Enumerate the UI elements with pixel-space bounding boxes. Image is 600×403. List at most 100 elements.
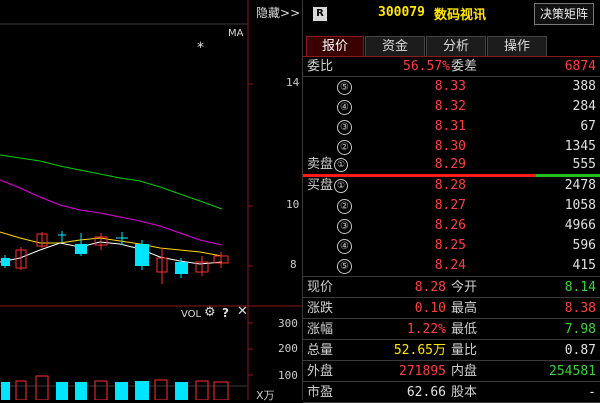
sell-volume: 284 <box>572 99 596 114</box>
tab-analysis[interactable]: 分析 <box>426 36 486 56</box>
current-price-value: 8.28 <box>414 280 446 295</box>
total-volume-label: 总量 <box>307 343 334 358</box>
asterisk-marker: * <box>197 40 204 56</box>
quote-panel: R 300079 数码视讯 决策矩阵 报价 资金 分析 操作 委比 56.57%… <box>303 0 600 403</box>
buy-price: 8.27 <box>434 198 466 213</box>
level-2-marker: ② <box>337 199 352 214</box>
buy-price: 8.28 <box>434 178 466 193</box>
volume-bar <box>135 381 149 400</box>
tab-funds[interactable]: 资金 <box>365 36 425 56</box>
change-value: 0.10 <box>414 301 446 316</box>
double-chevron-right-icon: >> <box>280 6 301 20</box>
buy-volume: 596 <box>572 238 596 253</box>
volume-bar <box>195 380 209 400</box>
committee-diff-label: 委差 <box>451 59 478 74</box>
total-volume-value: 52.65万 <box>393 343 446 358</box>
stats-row: 外盘 271895 内盘 254581 <box>303 361 600 382</box>
sell-price: 8.31 <box>434 119 466 134</box>
sell-label: 卖盘 ① <box>307 154 349 175</box>
kline-chart-panel[interactable]: 隐藏>> MA * 14 12 10 8 VOL ⚙ ? ✕ 300 200 1… <box>0 0 302 402</box>
inner-volume-value: 254581 <box>549 364 596 379</box>
hide-panel-button[interactable]: 隐藏>> <box>256 4 300 21</box>
stock-name: 数码视讯 <box>434 8 487 23</box>
buy-price: 8.24 <box>434 258 466 273</box>
kline-chart[interactable] <box>0 0 302 400</box>
change-label: 涨跌 <box>307 301 334 316</box>
price-tick-8: 8 <box>290 258 297 271</box>
buy-level-4[interactable]: ④ 8.25 596 <box>303 235 600 256</box>
level-3-marker: ③ <box>337 120 352 135</box>
volume-ratio-value: 0.87 <box>564 343 596 358</box>
level-3-marker: ③ <box>337 219 352 234</box>
help-icon[interactable]: ? <box>222 306 229 320</box>
buy-level-3[interactable]: ③ 8.26 4966 <box>303 215 600 236</box>
volume-bar <box>154 379 168 400</box>
sell-volume: 555 <box>572 157 596 172</box>
hide-label: 隐藏 <box>256 6 281 20</box>
buy-level-5[interactable]: ⑤ 8.24 415 <box>303 255 600 276</box>
tab-quote[interactable]: 报价 <box>306 36 364 56</box>
volume-bar <box>115 382 128 400</box>
committee-ratio-value: 56.57% <box>403 59 450 74</box>
price-tick-14: 14 <box>286 76 300 89</box>
stats-row: 总量 52.65万 量比 0.87 <box>303 340 600 361</box>
sell-price: 8.29 <box>434 157 466 172</box>
current-price-label: 现价 <box>307 280 334 295</box>
buy-price: 8.25 <box>434 238 466 253</box>
close-icon[interactable]: ✕ <box>237 304 248 319</box>
candlestick-group <box>1 231 229 284</box>
volume-unit: X万 <box>256 389 275 402</box>
sell-level-1[interactable]: 卖盘 ① 8.29 555 <box>303 154 600 175</box>
sell-level-4[interactable]: ④ 8.32 284 <box>303 96 600 117</box>
buy-level-2[interactable]: ② 8.27 1058 <box>303 195 600 216</box>
open-price-value: 8.14 <box>564 280 596 295</box>
buy-level-1[interactable]: 买盘 ① 8.28 2478 <box>303 175 600 196</box>
level-5-marker: ⑤ <box>337 80 352 95</box>
buy-volume: 2478 <box>564 178 596 193</box>
volume-bar <box>75 382 87 400</box>
high-price-label: 最高 <box>451 301 478 316</box>
volume-bar <box>94 380 108 400</box>
volume-bar <box>35 375 49 400</box>
volume-bars <box>1 375 229 400</box>
volume-bar <box>56 382 68 400</box>
sell-volume: 67 <box>580 119 596 134</box>
volume-bar <box>15 380 27 400</box>
realtime-badge: R <box>313 7 327 21</box>
buy-volume: 1058 <box>564 198 596 213</box>
level-2-marker: ② <box>337 140 352 155</box>
committee-ratio-label: 委比 <box>307 59 334 74</box>
stock-code: 300079 <box>378 5 425 20</box>
committee-row: 委比 56.57% 委差 6874 <box>303 56 600 77</box>
stats-row: 涨跌 0.10 最高 8.38 <box>303 298 600 319</box>
tab-operation[interactable]: 操作 <box>487 36 547 56</box>
volume-bar <box>175 382 188 400</box>
stats-row: 现价 8.28 今开 8.14 <box>303 277 600 298</box>
ma-label: MA <box>228 28 244 39</box>
level-4-marker: ④ <box>337 239 352 254</box>
volume-label: VOL <box>181 309 202 320</box>
volume-ratio-label: 量比 <box>451 343 478 358</box>
high-price-value: 8.38 <box>564 301 596 316</box>
committee-diff-value: 6874 <box>564 59 596 74</box>
sell-level-5[interactable]: ⑤ 8.33 388 <box>303 76 600 97</box>
open-price-label: 今开 <box>451 280 478 295</box>
change-pct-label: 涨幅 <box>307 322 334 337</box>
change-pct-value: 1.22% <box>406 322 446 337</box>
ma-line-green <box>0 154 223 210</box>
price-tick-10: 10 <box>286 198 300 211</box>
sell-price: 8.32 <box>434 99 466 114</box>
ma-line-white <box>0 241 223 265</box>
level-4-marker: ④ <box>337 100 352 115</box>
volume-bar <box>213 381 229 400</box>
volume-bar <box>1 382 10 400</box>
candle-down <box>1 258 10 266</box>
level-5-marker: ⑤ <box>337 259 352 274</box>
strategy-matrix-button[interactable]: 决策矩阵 <box>534 3 594 25</box>
outer-volume-label: 外盘 <box>307 364 334 379</box>
buy-label: 买盘 ① <box>307 175 349 196</box>
sell-level-3[interactable]: ③ 8.31 67 <box>303 116 600 137</box>
gear-icon[interactable]: ⚙ <box>204 305 216 320</box>
low-price-value: 7.98 <box>564 322 596 337</box>
volume-tick-300: 300 <box>278 317 298 330</box>
